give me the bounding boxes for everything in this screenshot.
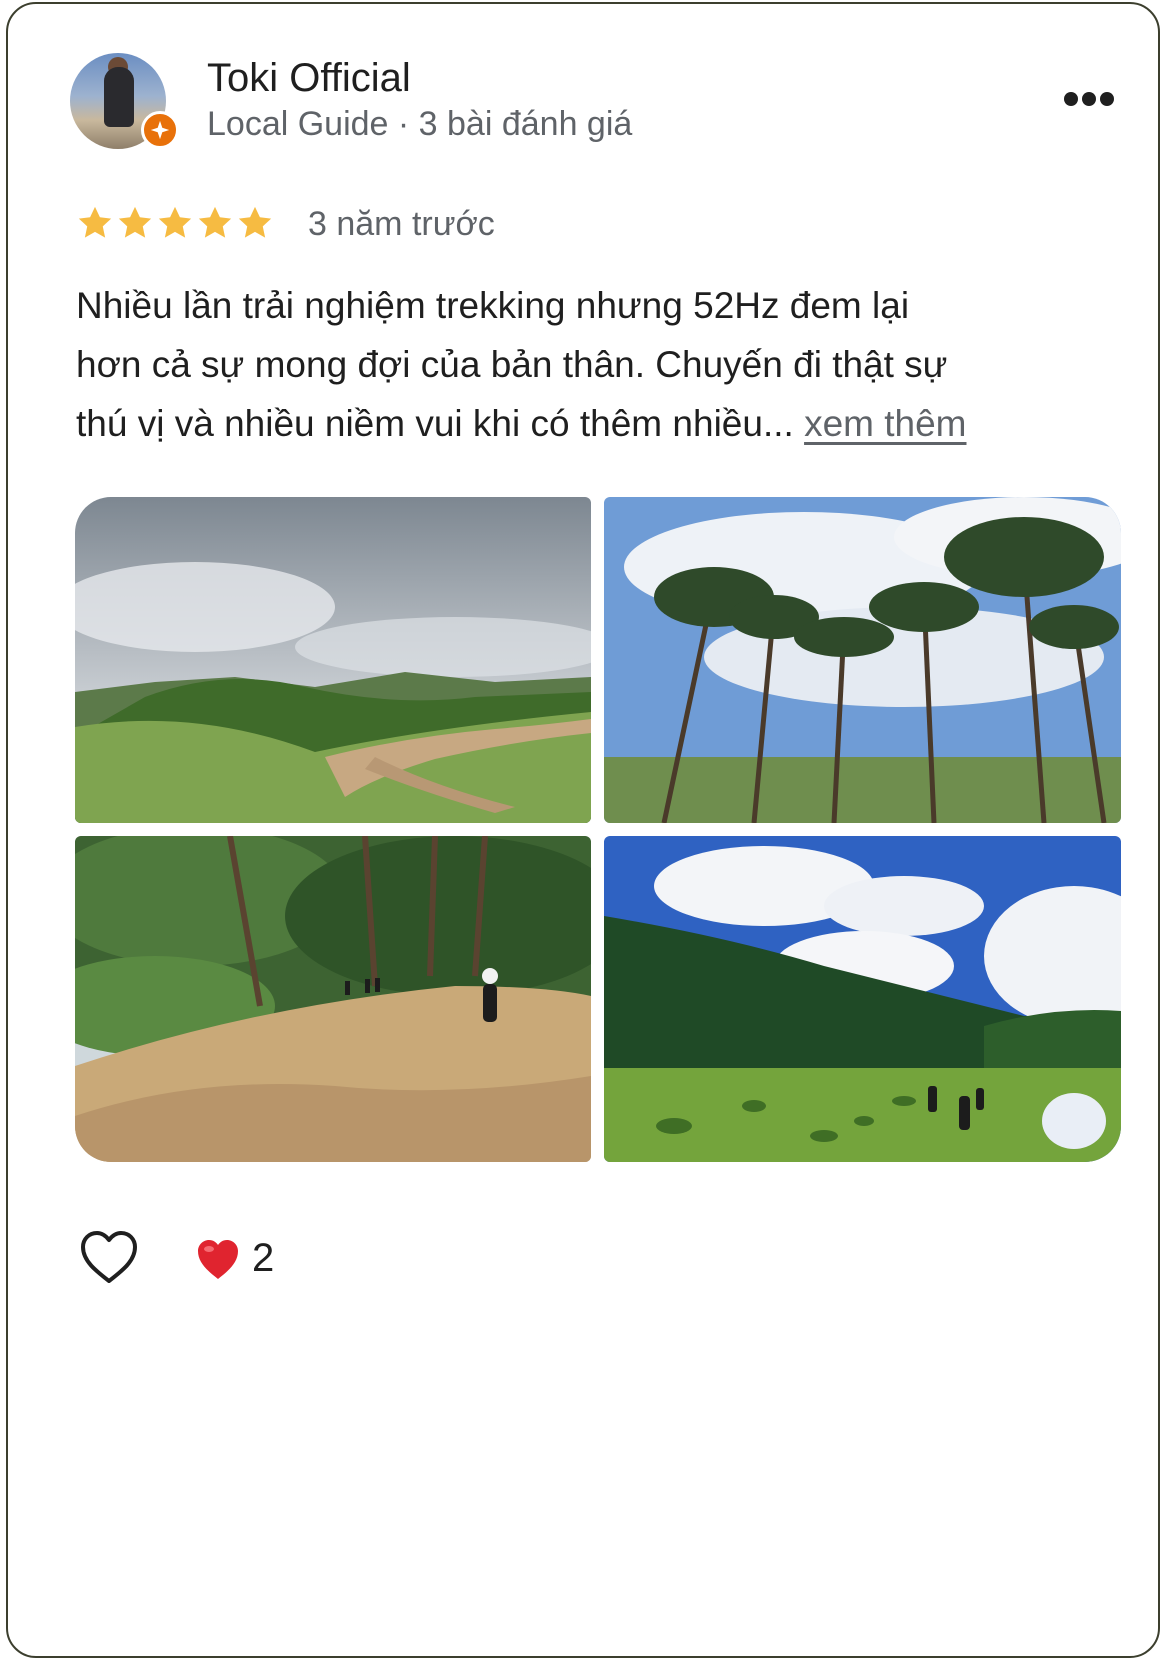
see-more-link[interactable]: xem thêm bbox=[804, 403, 966, 444]
review-photo-1[interactable] bbox=[75, 497, 591, 823]
reaction-count: 2 bbox=[252, 1236, 275, 1280]
local-guide-badge-icon bbox=[141, 111, 179, 149]
heart-reaction-icon bbox=[198, 1240, 238, 1279]
review-photo-4[interactable] bbox=[604, 836, 1121, 1162]
author-name[interactable]: Toki Official bbox=[207, 56, 411, 101]
star-icon bbox=[118, 206, 152, 238]
star-icon bbox=[238, 206, 272, 238]
review-card: Toki Official Local Guide · 3 bài đánh g… bbox=[6, 2, 1160, 1658]
star-icon bbox=[198, 206, 232, 238]
pine-trees-photo-icon bbox=[604, 497, 1121, 823]
meadow-hikers-photo-icon bbox=[604, 836, 1121, 1162]
review-text-line: Nhiều lần trải nghiệm trekking nhưng 52H… bbox=[76, 285, 910, 326]
mountain-trail-photo-icon bbox=[75, 497, 591, 823]
star-icon bbox=[78, 206, 112, 238]
like-heart-icon[interactable] bbox=[78, 1229, 140, 1287]
forest-path-photo-icon bbox=[75, 836, 591, 1162]
review-photo-2[interactable] bbox=[604, 497, 1121, 823]
review-photo-3[interactable] bbox=[75, 836, 591, 1162]
author-meta: Local Guide · 3 bài đánh giá bbox=[207, 105, 633, 143]
review-text-line: thú vị và nhiều niềm vui khi có thêm nhi… bbox=[76, 403, 805, 444]
more-options-icon[interactable] bbox=[1064, 92, 1114, 110]
review-time: 3 năm trước bbox=[308, 205, 495, 243]
star-icon bbox=[158, 206, 192, 238]
review-text-line: hơn cả sự mong đợi của bản thân. Chuyến … bbox=[76, 344, 948, 385]
review-text: Nhiều lần trải nghiệm trekking nhưng 52H… bbox=[76, 276, 1116, 453]
